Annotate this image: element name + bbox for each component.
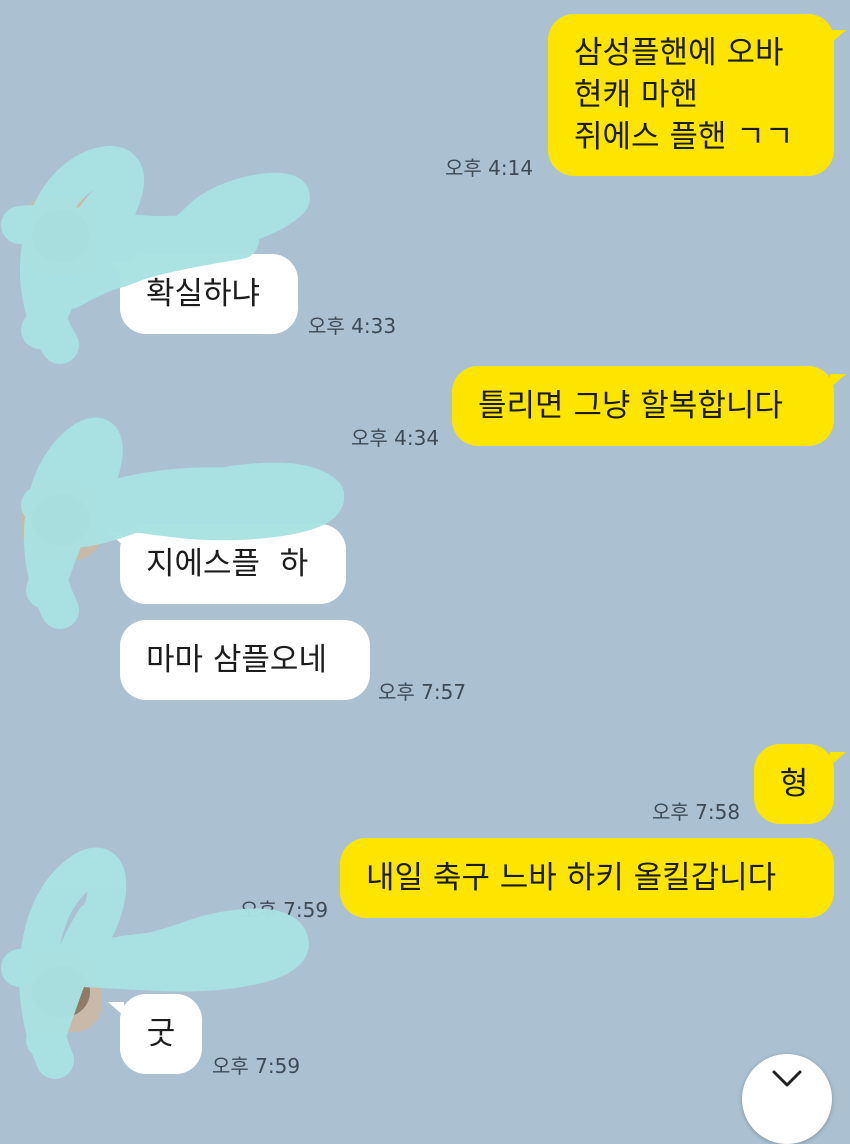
avatar[interactable] (22, 952, 102, 1032)
message-line: 쥐에스 플핸 ㄱㄱ (574, 119, 794, 155)
message-text: 형 (779, 766, 809, 802)
message-bubble-mine[interactable]: 틀리면 그냥 할복합니다 (452, 366, 834, 446)
message-text: 내일 축구 느바 하키 올킬갑니다 (366, 860, 777, 896)
chevron-down-icon (772, 1070, 802, 1087)
message-line: 현캐 마핸 (574, 77, 698, 113)
message-text: 마마 삼플오네 (146, 642, 327, 678)
message-bubble-theirs[interactable]: 마마 삼플오네 (120, 620, 370, 700)
scroll-to-bottom-button[interactable] (742, 1054, 832, 1144)
message-bubble-mine[interactable]: 형 (754, 744, 834, 824)
bubble-tail (108, 1002, 124, 1016)
avatar[interactable] (22, 480, 102, 560)
message-bubble-mine[interactable]: 내일 축구 느바 하키 올킬갑니다 (340, 838, 834, 918)
message-time: 오후 4:14 (445, 156, 534, 180)
message-bubble-theirs[interactable]: 확실하냐 (120, 254, 298, 334)
avatar[interactable] (22, 196, 102, 276)
message-text: 틀리면 그냥 할복합니다 (478, 388, 783, 424)
message-time: 오후 7:57 (378, 680, 467, 704)
message-text: 굿 (146, 1016, 176, 1052)
message-bubble-theirs[interactable]: 지에스플 하 (120, 524, 346, 604)
message-time: 오후 7:59 (212, 1054, 301, 1078)
message-text: 지에스플 하 (146, 546, 309, 582)
message-line: 삼성플핸에 오바 (574, 35, 784, 71)
bubble-tail (830, 30, 846, 44)
bubble-tail (830, 752, 846, 766)
message-time: 오후 4:33 (308, 314, 397, 338)
message-bubble-mine[interactable]: 삼성플핸에 오바 현캐 마핸 쥐에스 플핸 ㄱㄱ (548, 14, 834, 176)
message-time: 오후 7:58 (652, 800, 741, 824)
message-bubble-theirs[interactable]: 굿 (120, 994, 202, 1074)
message-text: 확실하냐 (146, 276, 261, 312)
bubble-tail (108, 532, 124, 546)
message-time: 오후 4:34 (351, 426, 440, 450)
message-time: 오후 7:59 (240, 898, 329, 922)
bubble-tail (830, 374, 846, 388)
bubble-tail (108, 262, 124, 276)
